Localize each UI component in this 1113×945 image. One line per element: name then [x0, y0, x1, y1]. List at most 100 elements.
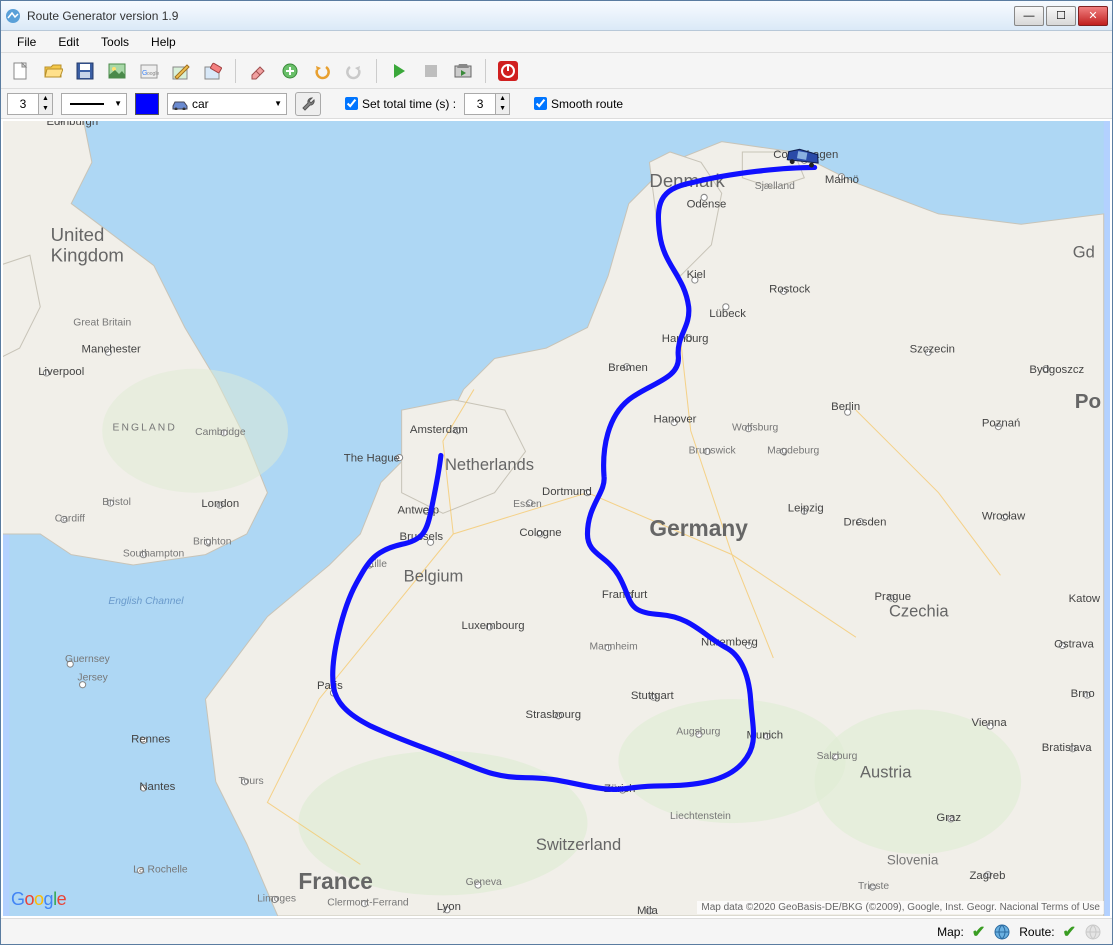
google-maps-button[interactable]: Google: [135, 57, 163, 85]
svg-text:France: France: [298, 868, 372, 894]
menu-edit[interactable]: Edit: [48, 33, 89, 51]
vehicle-combo[interactable]: car ▼: [167, 93, 287, 115]
eraser-button[interactable]: [244, 57, 272, 85]
svg-text:Edinburgh: Edinburgh: [46, 121, 98, 128]
minimize-button[interactable]: —: [1014, 6, 1044, 26]
toolbar: Google: [1, 53, 1112, 89]
car-icon: [172, 98, 188, 110]
vehicle-button[interactable]: [199, 57, 227, 85]
svg-text:Germany: Germany: [649, 515, 748, 541]
smooth-route-checkbox[interactable]: Smooth route: [534, 97, 623, 111]
map-check-icon: ✔: [972, 922, 985, 942]
status-route-label: Route:: [1019, 925, 1054, 939]
smooth-route-input[interactable]: [534, 97, 547, 110]
set-total-time-input[interactable]: [345, 97, 358, 110]
svg-text:Graz: Graz: [936, 812, 961, 824]
svg-text:English Channel: English Channel: [108, 596, 184, 607]
svg-text:Wrocław: Wrocław: [982, 511, 1026, 523]
menu-help[interactable]: Help: [141, 33, 186, 51]
svg-text:Luxembourg: Luxembourg: [462, 620, 525, 632]
save-file-button[interactable]: [71, 57, 99, 85]
line-style-combo[interactable]: ▼: [61, 93, 127, 115]
total-time-spinner[interactable]: ▲▼: [464, 93, 510, 115]
svg-text:Belgium: Belgium: [404, 567, 464, 585]
vehicle-settings-button[interactable]: [295, 92, 321, 116]
svg-text:Leipzig: Leipzig: [788, 502, 824, 514]
globe-icon[interactable]: [993, 923, 1011, 941]
svg-text:Sjælland: Sjælland: [755, 181, 795, 192]
svg-text:Jersey: Jersey: [77, 673, 108, 684]
svg-text:Limoges: Limoges: [257, 894, 296, 905]
statusbar: Map: ✔ Route: ✔: [1, 918, 1112, 944]
svg-text:Austria: Austria: [860, 764, 912, 782]
svg-text:Dresden: Dresden: [844, 517, 887, 529]
new-file-button[interactable]: [7, 57, 35, 85]
draw-route-button[interactable]: [167, 57, 195, 85]
generate-movie-button[interactable]: [449, 57, 477, 85]
svg-text:Clermont-Ferrand: Clermont-Ferrand: [327, 898, 409, 909]
svg-text:Cambridge: Cambridge: [195, 427, 246, 438]
spin-up[interactable]: ▲: [496, 94, 509, 104]
undo-button[interactable]: [308, 57, 336, 85]
import-image-button[interactable]: [103, 57, 131, 85]
svg-text:Zagreb: Zagreb: [969, 870, 1005, 882]
svg-text:Berlin: Berlin: [831, 401, 860, 413]
maximize-button[interactable]: ☐: [1046, 6, 1076, 26]
svg-text:ENGLAND: ENGLAND: [113, 423, 177, 434]
redo-button[interactable]: [340, 57, 368, 85]
svg-text:Rennes: Rennes: [131, 734, 170, 746]
movie-icon: [453, 61, 473, 81]
svg-text:Bristol: Bristol: [102, 497, 131, 508]
redo-icon: [344, 61, 364, 81]
menu-file[interactable]: File: [7, 33, 46, 51]
record-icon: [421, 61, 441, 81]
svg-text:Brunswick: Brunswick: [689, 445, 737, 456]
line-width-input[interactable]: [8, 94, 38, 114]
svg-text:Hanover: Hanover: [654, 413, 697, 425]
svg-text:Great Britain: Great Britain: [73, 317, 131, 328]
line-color-swatch[interactable]: [135, 93, 159, 115]
spin-up[interactable]: ▲: [39, 94, 52, 104]
svg-text:Trieste: Trieste: [858, 881, 889, 892]
close-button[interactable]: ✕: [1078, 6, 1108, 26]
total-time-input[interactable]: [465, 94, 495, 114]
svg-text:Kiel: Kiel: [687, 269, 706, 281]
power-icon: [497, 60, 519, 82]
map-attribution[interactable]: Map data ©2020 GeoBasis-DE/BKG (©2009), …: [697, 901, 1104, 914]
svg-text:Slovenia: Slovenia: [887, 852, 939, 867]
svg-text:Prague: Prague: [875, 591, 912, 603]
app-icon: [5, 8, 21, 24]
map-canvas[interactable]: United Kingdom ENGLAND Denmark Netherlan…: [3, 121, 1110, 916]
line-width-spinner[interactable]: ▲▼: [7, 93, 53, 115]
spin-down[interactable]: ▼: [496, 104, 509, 114]
route-check-icon: ✔: [1063, 922, 1076, 942]
svg-text:Netherlands: Netherlands: [445, 456, 534, 474]
toolbar-separator: [485, 59, 486, 83]
set-total-time-checkbox[interactable]: Set total time (s) :: [345, 97, 456, 111]
svg-text:Lyon: Lyon: [437, 901, 461, 913]
svg-text:Essen: Essen: [513, 499, 542, 510]
play-button[interactable]: [385, 57, 413, 85]
stop-red-button[interactable]: [494, 57, 522, 85]
add-point-button[interactable]: [276, 57, 304, 85]
svg-text:London: London: [201, 498, 239, 510]
spin-down[interactable]: ▼: [39, 104, 52, 114]
menu-tools[interactable]: Tools: [91, 33, 139, 51]
svg-text:Stuttgart: Stuttgart: [631, 690, 675, 702]
save-icon: [75, 61, 95, 81]
svg-text:Ostrava: Ostrava: [1054, 639, 1094, 651]
svg-text:Southampton: Southampton: [123, 549, 185, 560]
svg-text:Paris: Paris: [317, 680, 343, 692]
vehicle-combo-label: car: [192, 97, 209, 111]
svg-text:Strasbourg: Strasbourg: [526, 709, 581, 721]
line-preview: [70, 103, 104, 105]
svg-text:Tours: Tours: [239, 776, 264, 787]
open-file-button[interactable]: [39, 57, 67, 85]
svg-text:Guernsey: Guernsey: [65, 654, 111, 665]
record-button[interactable]: [417, 57, 445, 85]
google-maps-icon: Google: [139, 61, 159, 81]
svg-text:oogle: oogle: [147, 71, 159, 77]
title-text: Route Generator version 1.9: [27, 9, 1014, 23]
svg-text:Wolfsburg: Wolfsburg: [732, 423, 778, 434]
svg-text:Lübeck: Lübeck: [709, 308, 746, 320]
